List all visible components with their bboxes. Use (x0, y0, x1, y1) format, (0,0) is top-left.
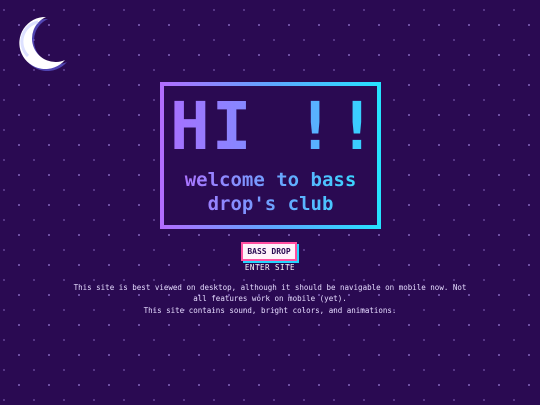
welcome-line-2: drop's club (207, 193, 334, 215)
desktop-notice: This site is best viewed on desktop, alt… (73, 283, 467, 303)
crescent-moon-icon (19, 16, 67, 71)
enter-site-button[interactable]: BASS DROP ENTER SITE (240, 242, 300, 274)
bass-drop-logo[interactable]: BASS DROP (241, 242, 297, 261)
site-notice: This site is best viewed on desktop, alt… (70, 282, 470, 316)
welcome-banner: HI !!! welcome to bass drop's club (160, 82, 421, 229)
greeting-heading: HI !!! (170, 88, 421, 165)
content-warning: This site contains sound, bright colors,… (143, 306, 397, 315)
welcome-line-1: welcome to bass (184, 169, 357, 191)
welcome-text: welcome to bass drop's club (168, 168, 373, 216)
enter-site-label[interactable]: ENTER SITE (240, 263, 300, 273)
